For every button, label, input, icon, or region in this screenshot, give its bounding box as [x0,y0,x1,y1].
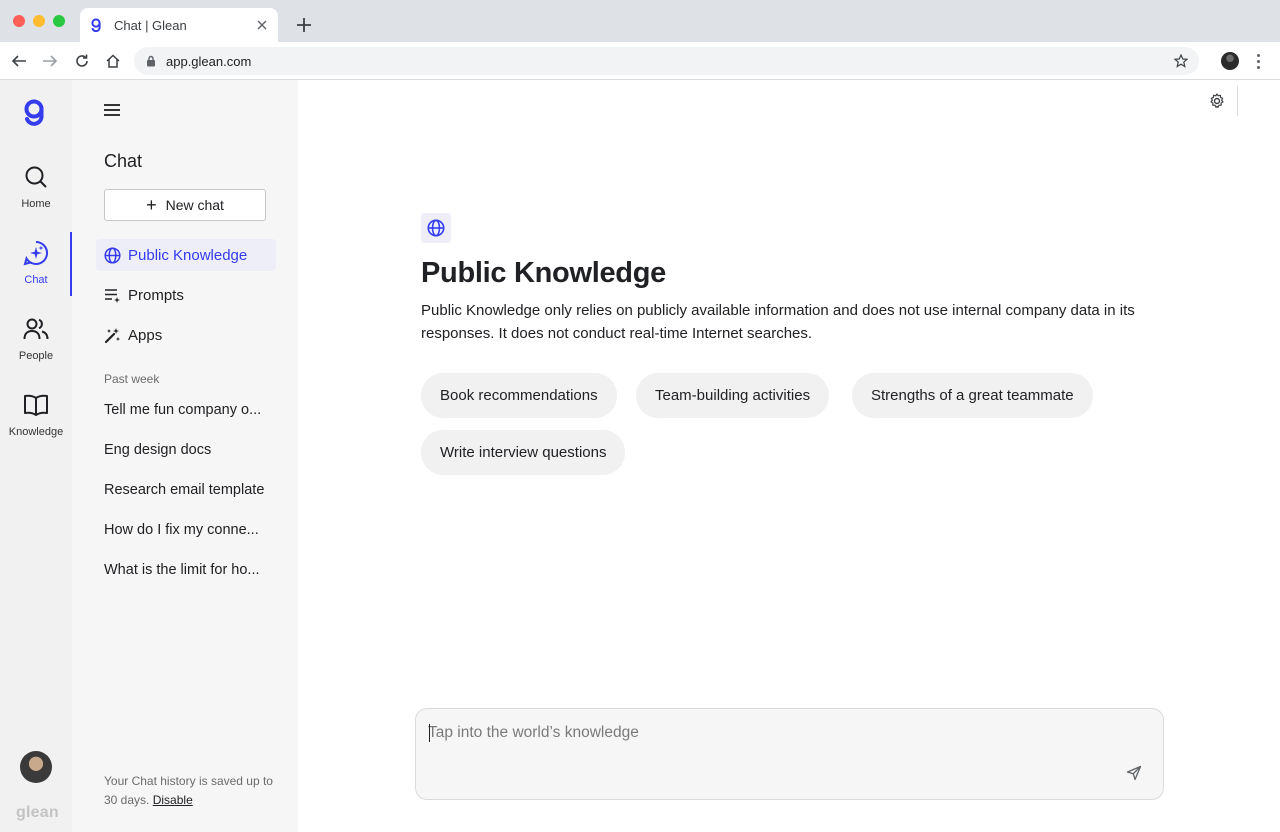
lock-icon [146,54,158,68]
history-item[interactable]: Research email template [104,482,274,498]
forward-arrow-icon[interactable] [40,51,60,71]
suggestion-chip[interactable]: Write interview questions [421,430,626,475]
sidebar-item-public-knowledge[interactable]: Public Knowledge [96,239,276,271]
url-text: app.glean.com [166,53,252,69]
new-chat-label: New chat [165,197,224,213]
home-icon[interactable] [103,51,123,71]
globe-icon [421,213,451,243]
sidebar-item-prompts[interactable]: Prompts [96,279,276,311]
chat-input[interactable] [428,721,1118,745]
search-icon [23,164,49,190]
hamburger-menu-icon[interactable] [104,102,120,118]
suggestion-chip[interactable]: Team-building activities [636,373,830,418]
window-minimize-button[interactable] [33,15,45,27]
history-section-label: Past week [104,372,160,386]
browser-toolbar: app.glean.com [0,42,1280,80]
tab-close-icon[interactable] [254,17,270,33]
sidebar-item-label: Apps [128,326,163,344]
rail-item-home[interactable]: Home [0,160,72,224]
history-item[interactable]: How do I fix my conne... [104,522,274,538]
history-item[interactable]: Tell me fun company o... [104,402,274,418]
bookmark-star-icon[interactable] [1173,53,1189,69]
settings-gear-icon[interactable] [1208,92,1226,110]
history-retention-note: Your Chat history is saved up to 30 days… [104,772,274,810]
tab-title: Chat | Glean [114,17,187,33]
chat-sparkle-icon [23,240,49,266]
glean-favicon-icon [88,17,104,33]
sidebar-item-apps[interactable]: Apps [96,319,276,351]
people-icon [23,316,49,342]
app-rail: Home Chat People Knowledge glean [0,80,72,832]
rail-label-knowledge: Knowledge [8,426,64,438]
glean-logo-icon[interactable] [22,98,50,128]
rail-item-knowledge[interactable]: Knowledge [0,388,72,452]
send-icon[interactable] [1125,764,1143,782]
plus-icon: + [146,195,157,215]
browser-tab[interactable]: Chat | Glean [80,8,278,42]
sidebar-item-label: Public Knowledge [128,246,248,264]
glean-wordmark: glean [16,804,59,821]
window-close-button[interactable] [13,15,25,27]
page-title: Public Knowledge [421,257,666,289]
chat-sidebar: Chat + New chat Public Knowledge Prompts… [72,80,298,832]
address-bar[interactable]: app.glean.com [134,47,1199,75]
rail-label-people: People [18,350,54,362]
reload-icon[interactable] [72,51,92,71]
globe-icon [104,246,121,264]
new-tab-icon[interactable] [293,14,315,36]
history-item[interactable]: Eng design docs [104,442,274,458]
page-description: Public Knowledge only relies on publicly… [421,302,1135,342]
rail-item-chat[interactable]: Chat [0,236,72,300]
text-caret [429,724,430,742]
user-avatar[interactable] [20,751,52,783]
prompts-icon [104,287,121,304]
browser-menu-icon[interactable] [1251,51,1265,71]
back-arrow-icon[interactable] [9,51,29,71]
new-chat-button[interactable]: + New chat [104,189,266,221]
history-item[interactable]: What is the limit for ho... [104,562,274,578]
browser-profile-avatar[interactable] [1221,52,1239,70]
rail-label-chat: Chat [24,274,48,286]
sidebar-item-label: Prompts [128,286,184,304]
apps-icon [104,327,121,344]
suggestion-chip[interactable]: Strengths of a great teammate [852,373,1093,418]
rail-label-home: Home [21,198,51,210]
header-divider [1237,86,1238,116]
browser-tab-bar: Chat | Glean [0,0,1280,42]
suggestion-chip[interactable]: Book recommendations [421,373,617,418]
rail-item-people[interactable]: People [0,312,72,376]
disable-history-link[interactable]: Disable [153,793,193,807]
sidebar-title: Chat [104,151,143,171]
window-maximize-button[interactable] [53,15,65,27]
chat-composer [415,708,1164,800]
book-icon [23,392,49,418]
